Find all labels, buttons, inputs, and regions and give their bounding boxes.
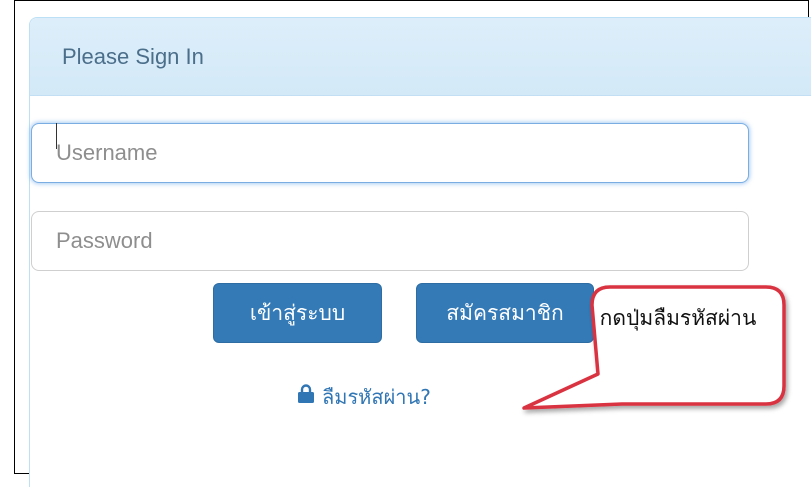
text-caret [56,123,57,149]
callout-text: กดปุ่มลืมรหัสผ่าน [599,306,757,330]
panel-heading: Please Sign In [30,18,811,96]
forgot-password-link[interactable]: ลืมรหัสผ่าน? [296,382,431,412]
password-input[interactable] [31,211,749,271]
lock-icon [296,382,316,412]
login-button[interactable]: เข้าสู่ระบบ [213,283,382,343]
forgot-password-label: ลืมรหัสผ่าน? [322,385,431,409]
username-input[interactable] [31,123,749,183]
register-button[interactable]: สมัครสมาชิก [416,283,594,343]
